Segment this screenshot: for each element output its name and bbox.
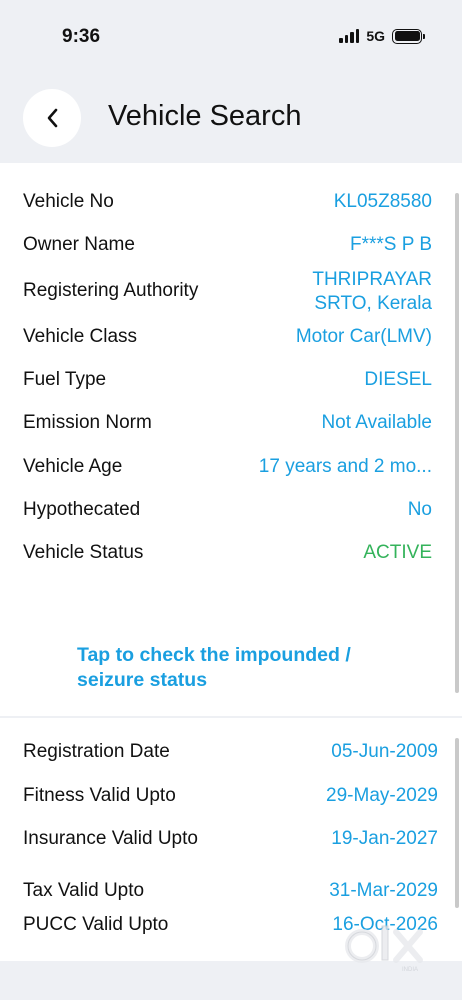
validity-label: Insurance Valid Upto [23, 828, 198, 849]
detail-label: Owner Name [23, 234, 135, 255]
impound-link-line2: seizure status [77, 669, 208, 691]
detail-row-vehicle-status: Vehicle Status ACTIVE [0, 538, 462, 568]
detail-value: 17 years and 2 mo... [258, 456, 432, 477]
detail-value: KL05Z8580 [333, 191, 432, 212]
detail-label: Hypothecated [23, 499, 141, 520]
validity-value: 29-May-2029 [326, 785, 438, 806]
validity-value: 19-Jan-2027 [331, 828, 438, 849]
impound-link-line1: Tap to check the impounded / [77, 644, 351, 666]
validity-row-insurance: Insurance Valid Upto 19-Jan-2027 [0, 824, 462, 854]
detail-value: THRIPRAYAR SRTO, Kerala [312, 268, 432, 316]
validity-row-fitness: Fitness Valid Upto 29-May-2029 [0, 781, 462, 811]
validity-label: Registration Date [23, 741, 170, 762]
status-time: 9:36 [62, 26, 101, 47]
detail-row-registering-authority: Registering Authority THRIPRAYAR SRTO, K… [0, 269, 462, 314]
validity-value: 31-Mar-2029 [329, 880, 438, 901]
network-type: 5G [366, 28, 385, 44]
detail-value-line1: THRIPRAYAR [312, 269, 432, 290]
validity-value: 05-Jun-2009 [331, 741, 438, 762]
detail-row-hypothecated: Hypothecated No [0, 495, 462, 525]
validity-row-tax: Tax Valid Upto 31-Mar-2029 [0, 876, 462, 906]
detail-value: DIESEL [364, 369, 432, 390]
detail-label: Registering Authority [23, 280, 199, 301]
chevron-left-icon [47, 108, 58, 128]
detail-row-emission-norm: Emission Norm Not Available [0, 408, 462, 438]
olx-watermark-logo: INDIA [345, 925, 423, 973]
status-icons: 5G [339, 28, 425, 44]
detail-value: Motor Car(LMV) [295, 326, 432, 347]
detail-row-owner-name: Owner Name F***S P B [0, 230, 462, 260]
detail-label: Vehicle Status [23, 542, 144, 563]
detail-value: Not Available [321, 412, 432, 433]
detail-row-vehicle-class: Vehicle Class Motor Car(LMV) [0, 322, 462, 352]
battery-icon [392, 28, 425, 44]
detail-label: Vehicle Age [23, 456, 123, 477]
detail-label: Vehicle Class [23, 326, 138, 347]
detail-row-vehicle-age: Vehicle Age 17 years and 2 mo... [0, 452, 462, 482]
page-title: Vehicle Search [108, 100, 302, 132]
validity-label: PUCC Valid Upto [23, 914, 169, 935]
validity-row-registration-date: Registration Date 05-Jun-2009 [0, 737, 462, 767]
detail-value-line2: SRTO, Kerala [314, 293, 432, 314]
signal-icon [339, 29, 360, 43]
watermark-sub: INDIA [402, 967, 418, 973]
detail-value: F***S P B [349, 234, 432, 255]
detail-row-vehicle-no: Vehicle No KL05Z8580 [0, 187, 462, 217]
status-bar: 9:36 5G [0, 0, 462, 72]
back-button[interactable] [23, 89, 81, 147]
status-badge: ACTIVE [363, 542, 432, 563]
detail-label: Fuel Type [23, 369, 107, 390]
validity-label: Tax Valid Upto [23, 880, 145, 901]
vehicle-details-card: Vehicle No KL05Z8580 Owner Name F***S P … [0, 163, 462, 716]
header: Vehicle Search [0, 82, 462, 156]
detail-label: Emission Norm [23, 412, 152, 433]
detail-value: No [407, 499, 432, 520]
impound-status-link[interactable]: Tap to check the impounded / seizure sta… [77, 643, 417, 693]
validity-label: Fitness Valid Upto [23, 785, 176, 806]
scrollbar[interactable] [455, 193, 459, 693]
detail-row-fuel-type: Fuel Type DIESEL [0, 365, 462, 395]
detail-label: Vehicle No [23, 191, 114, 212]
